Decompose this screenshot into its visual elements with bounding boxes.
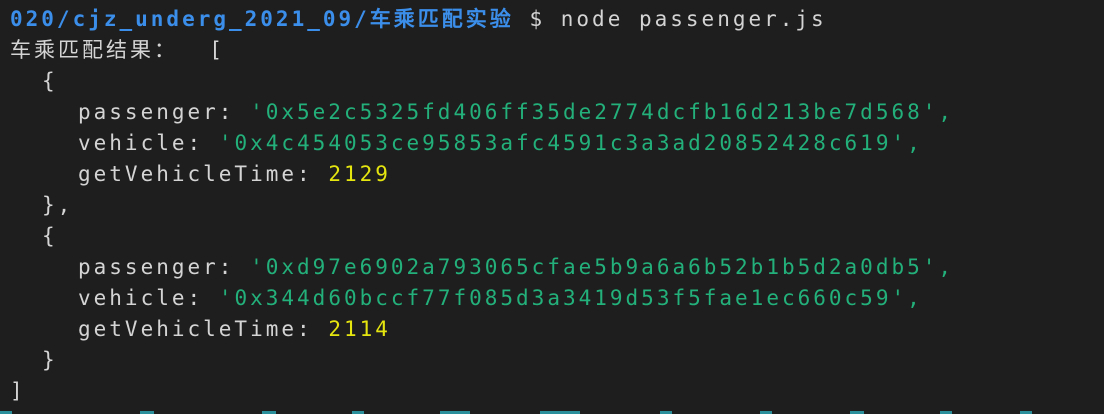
passenger-address: '0x5e2c5325fd406ff35de2774dcfb16d213be7d…: [250, 100, 955, 124]
entry-open-brace: {: [0, 221, 1104, 252]
vehicle-address: '0x4c454053ce95853afc4591c3a3ad20852428c…: [218, 131, 923, 155]
passenger-key: passenger:: [78, 100, 235, 124]
command-text: node passenger.js: [560, 7, 827, 31]
brace-close: },: [42, 193, 74, 217]
close-bracket: ]: [10, 379, 26, 403]
time-key: getVehicleTime:: [78, 162, 313, 186]
brace-open: {: [42, 224, 58, 248]
entry-passenger-line: passenger: '0x5e2c5325fd406ff35de2774dcf…: [0, 97, 1104, 128]
entry-time-line: getVehicleTime: 2129: [0, 159, 1104, 190]
close-bracket-line: ]: [0, 376, 1104, 407]
open-bracket: [: [209, 38, 225, 62]
entry-time-line: getVehicleTime: 2114: [0, 314, 1104, 345]
time-key: getVehicleTime:: [78, 317, 313, 341]
passenger-key: passenger:: [78, 255, 235, 279]
brace-close: }: [42, 348, 58, 372]
time-value: 2129: [328, 162, 391, 186]
entry-vehicle-line: vehicle: '0x4c454053ce95853afc4591c3a3ad…: [0, 128, 1104, 159]
entry-close-brace: }: [0, 345, 1104, 376]
entry-passenger-line: passenger: '0xd97e6902a793065cfae5b9a6a6…: [0, 252, 1104, 283]
passenger-address: '0xd97e6902a793065cfae5b9a6a6b52b1b5d2a0…: [250, 255, 955, 279]
command-line: 020/cjz_underg_2021_09/车乘匹配实验 $ node pas…: [0, 4, 1104, 35]
terminal-window[interactable]: 020/cjz_underg_2021_09/车乘匹配实验 $ node pas…: [0, 0, 1104, 414]
entry-vehicle-line: vehicle: '0x344d60bccf77f085d3a3419d53f5…: [0, 283, 1104, 314]
vehicle-key: vehicle:: [78, 131, 204, 155]
entry-open-brace: {: [0, 66, 1104, 97]
prompt-symbol: $: [529, 7, 546, 31]
brace-open: {: [42, 69, 58, 93]
vehicle-key: vehicle:: [78, 286, 204, 310]
cut-off-next-line: [0, 410, 1104, 414]
prompt-path: 020/cjz_underg_2021_09/车乘匹配实验: [10, 7, 514, 31]
vehicle-address: '0x344d60bccf77f085d3a3419d53f5fae1ec660…: [218, 286, 923, 310]
time-value: 2114: [328, 317, 391, 341]
result-label: 车乘匹配结果：: [10, 38, 178, 62]
result-label-line: 车乘匹配结果： [: [0, 35, 1104, 66]
entry-close-brace: },: [0, 190, 1104, 221]
